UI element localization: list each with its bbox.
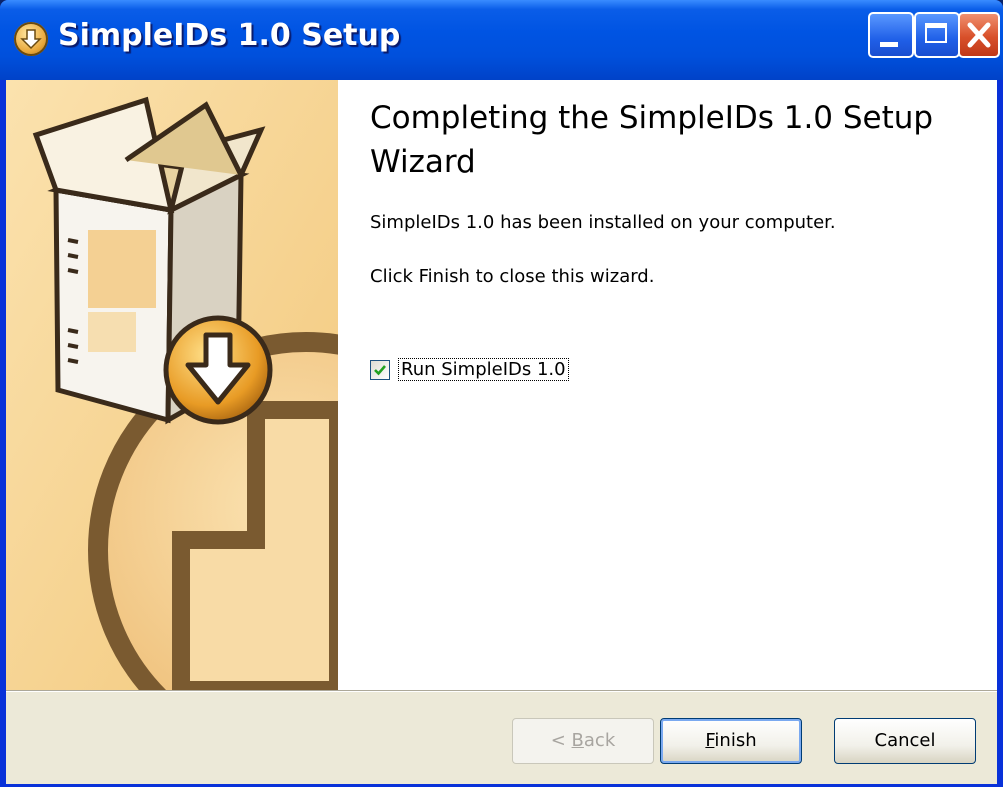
finish-button[interactable]: Finish bbox=[660, 718, 802, 764]
setup-window: SimpleIDs 1.0 Setup Completing the Simpl… bbox=[0, 0, 1003, 787]
installer-icon bbox=[14, 22, 48, 56]
wizard-banner bbox=[6, 80, 338, 690]
close-icon bbox=[967, 22, 991, 48]
minimize-icon bbox=[880, 42, 898, 47]
close-button[interactable] bbox=[958, 12, 1000, 58]
back-button[interactable]: < Back bbox=[512, 718, 654, 764]
page-title: Completing the SimpleIDs 1.0 Setup Wizar… bbox=[370, 100, 934, 180]
installed-message: SimpleIDs 1.0 has been installed on your… bbox=[370, 212, 836, 233]
run-app-label[interactable]: Run SimpleIDs 1.0 bbox=[398, 358, 569, 381]
minimize-button[interactable] bbox=[868, 12, 914, 58]
finish-instruction: Click Finish to close this wizard. bbox=[370, 266, 655, 287]
installer-box-illustration bbox=[6, 80, 338, 690]
maximize-icon bbox=[925, 23, 947, 43]
wizard-body: Completing the SimpleIDs 1.0 Setup Wizar… bbox=[6, 80, 997, 784]
checkmark-icon bbox=[374, 365, 386, 376]
button-bar: < Back Finish Cancel bbox=[6, 692, 997, 784]
maximize-button[interactable] bbox=[914, 12, 960, 58]
run-app-checkbox[interactable] bbox=[370, 360, 390, 380]
title-bar[interactable]: SimpleIDs 1.0 Setup bbox=[0, 0, 1003, 80]
wizard-content: Completing the SimpleIDs 1.0 Setup Wizar… bbox=[338, 80, 997, 690]
cancel-button[interactable]: Cancel bbox=[834, 718, 976, 764]
window-title: SimpleIDs 1.0 Setup bbox=[58, 18, 401, 53]
